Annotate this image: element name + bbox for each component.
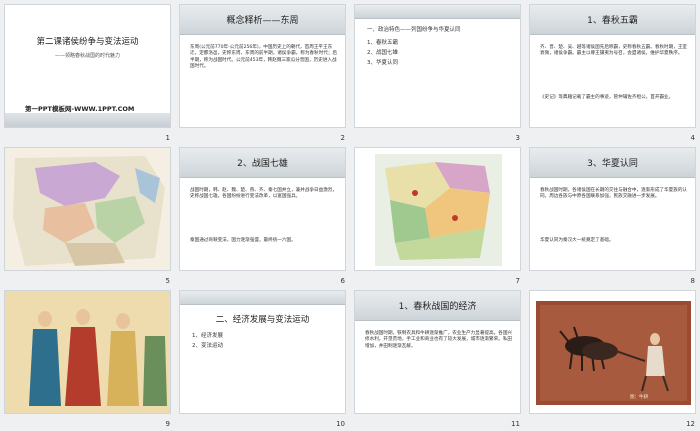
slide-number: 9 <box>165 420 170 428</box>
slide-thumbnail-11[interactable]: 1、春秋战国的经济 春秋战国时期，铁制农具和牛耕逐渐推广，农业生产力显著提高。各… <box>354 290 521 414</box>
cover-band <box>5 113 170 127</box>
slide-body: 战国时期，韩、赵、魏、楚、燕、齐、秦七国并立，兼并战争日益激烈，史称战国七雄。各… <box>190 188 338 200</box>
slide-number: 1 <box>165 134 170 142</box>
slide-title: 二、经济发展与变法运动 <box>215 315 310 325</box>
slide-thumbnail-10[interactable]: 二、经济发展与变法运动 1、经济发展 2、变法运动 <box>179 290 346 414</box>
slide-thumbnail-8[interactable]: 3、华夏认同 春秋战国时期，各诸侯国在长期的交往与融合中，逐渐形成了华夏族的认同… <box>529 147 696 271</box>
slide-body-2: 华夏认同为秦汉大一统奠定了基础。 <box>540 238 614 243</box>
slide-cell-6[interactable]: 2、战国七雄 战国时期，韩、赵、魏、楚、燕、齐、秦七国并立，兼并战争日益激烈，史… <box>175 143 350 286</box>
slide-thumbnail-7[interactable] <box>354 147 521 271</box>
cover-footer: 第一PPT模板网-WWW.1PPT.COM <box>25 105 135 113</box>
slide-number: 7 <box>515 277 520 285</box>
slide-number: 11 <box>511 420 520 428</box>
slide-title: 1、春秋战国的经济 <box>398 302 477 312</box>
slide-body: 东周(公元前770年-公元前256年)，中国历史上的朝代，首周王平王东迁，定都洛… <box>190 45 338 70</box>
slide-cell-3[interactable]: 一、政治特色——列国纷争与华夏认同 1、春秋五霸 2、战国七雄 3、华夏认同 3 <box>350 0 525 143</box>
slide-cell-7[interactable]: 7 <box>350 143 525 286</box>
slide-header <box>355 5 520 19</box>
slide-title: 3、华夏认同 <box>587 159 638 169</box>
cover-subtitle: ——领略春秋战国的时代魅力 <box>54 53 120 59</box>
slide-cell-2[interactable]: 概念释析——东周 东周(公元前770年-公元前256年)，中国历史上的朝代，首周… <box>175 0 350 143</box>
slide-header: 1、春秋五霸 <box>530 5 695 35</box>
toc-item: 2、战国七雄 <box>367 50 398 56</box>
slide-cell-4[interactable]: 1、春秋五霸 齐、晋、楚、吴、越等诸侯国先后称霸，史称春秋五霸。春秋时期，王室衰… <box>525 0 700 143</box>
slide-number: 6 <box>340 277 345 285</box>
slide-title: 2、战国七雄 <box>237 159 288 169</box>
slide-number: 4 <box>690 134 695 142</box>
slide-thumbnail-2[interactable]: 概念释析——东周 东周(公元前770年-公元前256年)，中国历史上的朝代，首周… <box>179 4 346 128</box>
slide-number: 2 <box>340 134 345 142</box>
slide-title: 1、春秋五霸 <box>587 16 638 26</box>
ox-plough-image <box>530 291 695 413</box>
slide-number: 12 <box>686 420 695 428</box>
slide-thumbnail-12[interactable]: 图：牛耕 <box>529 290 696 414</box>
slide-cell-9[interactable]: 9 <box>0 286 175 429</box>
slide-header: 1、春秋战国的经济 <box>355 291 520 321</box>
slide-title: 概念释析——东周 <box>226 16 299 26</box>
slide-thumbnail-6[interactable]: 2、战国七雄 战国时期，韩、赵、魏、楚、燕、齐、秦七国并立，兼并战争日益激烈，史… <box>179 147 346 271</box>
map-image <box>5 148 170 270</box>
slide-body: 春秋战国时期，各诸侯国在长期的交往与融合中，逐渐形成了华夏族的认同。周边各族与中… <box>540 188 688 200</box>
toc-item: 1、经济发展 <box>192 333 223 339</box>
map-image <box>355 148 520 270</box>
slide-header: 概念释析——东周 <box>180 5 345 35</box>
slide-cell-12[interactable]: 图：牛耕 12 <box>525 286 700 429</box>
slide-number: 5 <box>165 277 170 285</box>
slide-cell-11[interactable]: 1、春秋战国的经济 春秋战国时期，铁制农具和牛耕逐渐推广，农业生产力显著提高。各… <box>350 286 525 429</box>
slide-header <box>180 291 345 305</box>
image-caption: 图：牛耕 <box>630 395 648 400</box>
slide-header: 3、华夏认同 <box>530 148 695 178</box>
slide-body-2: 秦国通过商鞅变法，国力逐渐强盛，最终统一六国。 <box>190 238 296 243</box>
slide-thumbnail-1[interactable]: 第二课诸侯纷争与变法运动 ——领略春秋战国的时代魅力 第一PPT模板网-WWW.… <box>4 4 171 128</box>
slide-sorter-grid: 第二课诸侯纷争与变法运动 ——领略春秋战国的时代魅力 第一PPT模板网-WWW.… <box>0 0 700 431</box>
slide-thumbnail-5[interactable] <box>4 147 171 271</box>
slide-thumbnail-3[interactable]: 一、政治特色——列国纷争与华夏认同 1、春秋五霸 2、战国七雄 3、华夏认同 <box>354 4 521 128</box>
slide-header: 2、战国七雄 <box>180 148 345 178</box>
slide-body: 春秋战国时期，铁制农具和牛耕逐渐推广，农业生产力显著提高。各国兴修水利，开垦荒地… <box>365 331 513 349</box>
slide-cell-5[interactable]: 5 <box>0 143 175 286</box>
cover-title: 第二课诸侯纷争与变法运动 <box>36 37 139 47</box>
slide-body: 齐、晋、楚、吴、越等诸侯国先后称霸，史称春秋五霸。春秋时期，王室衰微，诸侯争霸。… <box>540 45 688 57</box>
painting-image <box>5 291 170 413</box>
slide-cell-8[interactable]: 3、华夏认同 春秋战国时期，各诸侯国在长期的交往与融合中，逐渐形成了华夏族的认同… <box>525 143 700 286</box>
slide-number: 10 <box>336 420 345 428</box>
slide-cell-10[interactable]: 二、经济发展与变法运动 1、经济发展 2、变法运动 10 <box>175 286 350 429</box>
slide-cell-1[interactable]: 第二课诸侯纷争与变法运动 ——领略春秋战国的时代魅力 第一PPT模板网-WWW.… <box>0 0 175 143</box>
slide-number: 8 <box>690 277 695 285</box>
toc-item: 1、春秋五霸 <box>367 40 398 46</box>
toc-item: 3、华夏认同 <box>367 60 398 66</box>
slide-thumbnail-4[interactable]: 1、春秋五霸 齐、晋、楚、吴、越等诸侯国先后称霸，史称春秋五霸。春秋时期，王室衰… <box>529 4 696 128</box>
slide-thumbnail-9[interactable] <box>4 290 171 414</box>
slide-body-2: 《史记》等典籍记载了霸主的事迹，管仲辅佐齐桓公，首开霸业。 <box>540 95 674 100</box>
toc-item: 2、变法运动 <box>192 343 223 349</box>
slide-heading: 一、政治特色——列国纷争与华夏认同 <box>367 27 461 33</box>
slide-number: 3 <box>515 134 520 142</box>
